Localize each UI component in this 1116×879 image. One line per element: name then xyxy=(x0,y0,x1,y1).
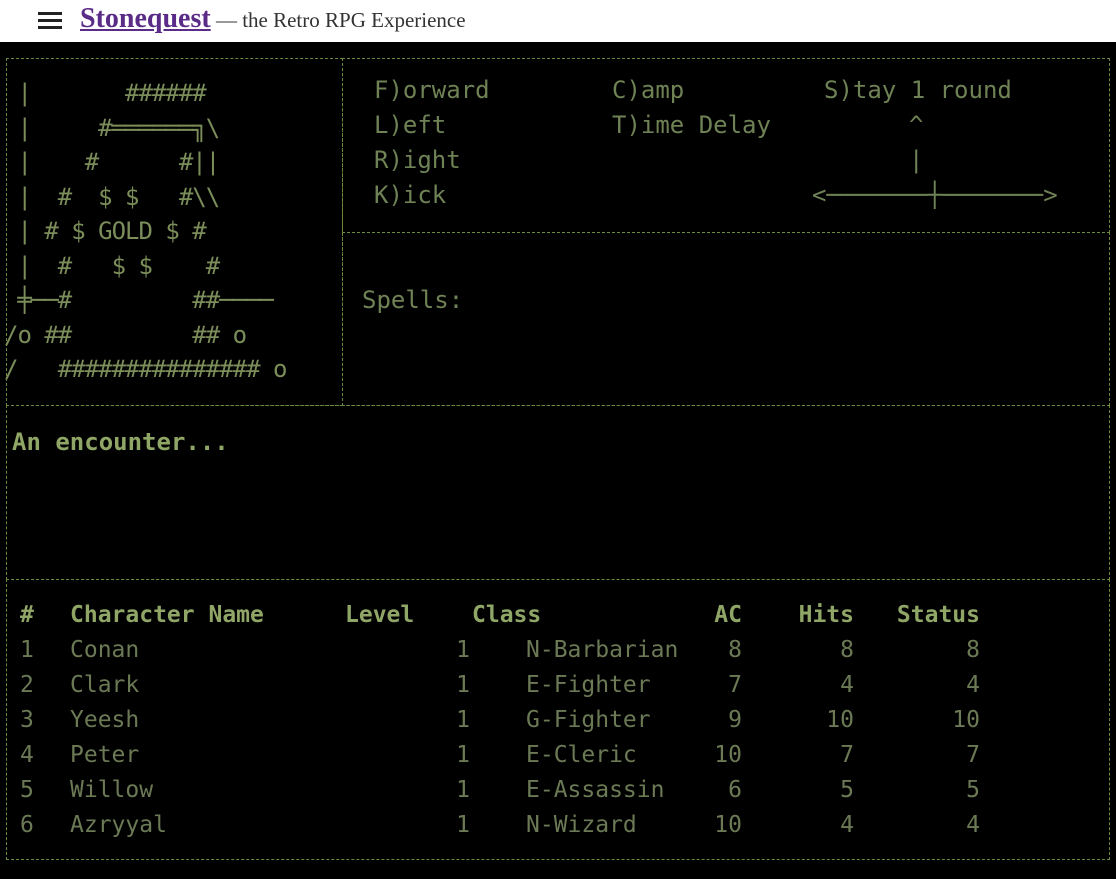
cell-ac: 7 xyxy=(728,671,742,698)
cell-number: 5 xyxy=(20,776,34,803)
cell-level: 1 xyxy=(456,776,470,803)
cell-class: E-Cleric xyxy=(526,741,637,768)
roster-row[interactable]: 4 Peter 1 E-Cleric 10 7 7 xyxy=(20,737,980,772)
roster-row[interactable]: 6 Azryyal 1 N-Wizard 10 4 4 xyxy=(20,807,980,842)
cell-class: N-Barbarian xyxy=(526,636,679,663)
cell-status: 7 xyxy=(966,741,980,768)
cell-hits: 10 xyxy=(826,706,854,733)
site-header: Stonequest — the Retro RPG Experience xyxy=(0,0,1116,42)
cell-number: 1 xyxy=(20,636,34,663)
cell-status: 8 xyxy=(966,636,980,663)
map-art-line: | # #|| xyxy=(4,148,220,176)
col-number: # xyxy=(20,601,34,628)
col-class: Class xyxy=(472,601,542,628)
cmd-kick[interactable]: K)ick xyxy=(374,181,446,209)
map-art-line: | #══════╗\ xyxy=(4,113,220,142)
cell-character-name: Clark xyxy=(70,671,140,698)
cell-hits: 7 xyxy=(840,741,854,768)
roster-row[interactable]: 1 Conan 1 N-Barbarian 8 8 8 xyxy=(20,632,980,667)
col-character-name: Character Name xyxy=(70,601,264,628)
cell-character-name: Azryyal xyxy=(70,811,167,838)
roster-row[interactable]: 5 Willow 1 E-Assassin 6 5 5 xyxy=(20,772,980,807)
party-roster-table: # Character Name Level Class AC Hits Sta… xyxy=(20,597,980,842)
cell-character-name: Peter xyxy=(70,741,140,768)
cell-level: 1 xyxy=(456,636,470,663)
dungeon-map-art: | ###### | #══════╗\ | # #|| | # $ $ #\\… xyxy=(4,76,287,387)
compass-arrows-icon: <───────┼───────> xyxy=(812,181,1058,209)
cell-status: 5 xyxy=(966,776,980,803)
cell-level: 1 xyxy=(456,706,470,733)
roster-header-row: # Character Name Level Class AC Hits Sta… xyxy=(20,597,980,632)
cell-ac: 6 xyxy=(728,776,742,803)
cell-ac: 8 xyxy=(728,636,742,663)
spells-panel xyxy=(342,232,1110,406)
cell-ac: 10 xyxy=(714,741,742,768)
cell-status: 4 xyxy=(966,671,980,698)
cmd-right[interactable]: R)ight xyxy=(374,146,461,174)
col-status: Status xyxy=(896,601,980,628)
compass-up-icon: ^ xyxy=(909,111,924,139)
cell-status: 10 xyxy=(952,706,980,733)
map-art-line: | # $ $ #\\ xyxy=(4,182,220,211)
cell-level: 1 xyxy=(456,671,470,698)
col-hits: Hits xyxy=(798,601,854,628)
encounter-text: An encounter... xyxy=(12,428,229,456)
cell-number: 4 xyxy=(20,741,34,768)
cmd-time-delay[interactable]: T)ime Delay xyxy=(612,111,771,139)
game-terminal[interactable]: | ###### | #══════╗\ | # #|| | # $ $ #\\… xyxy=(0,42,1116,879)
cmd-stay[interactable]: S)tay 1 round xyxy=(824,76,1012,104)
brand-link[interactable]: Stonequest xyxy=(80,3,211,34)
cell-number: 3 xyxy=(20,706,34,733)
cell-hits: 4 xyxy=(840,811,854,838)
map-art-line: | # $ $ # xyxy=(4,251,220,280)
cell-character-name: Willow xyxy=(70,776,154,803)
map-art-line: | ###### xyxy=(4,79,206,107)
cell-status: 4 xyxy=(966,811,980,838)
cell-ac: 9 xyxy=(728,706,742,733)
cmd-left[interactable]: L)eft xyxy=(374,111,446,139)
brand: Stonequest — the Retro RPG Experience xyxy=(80,3,466,35)
map-art-line: ╪──# ##──── xyxy=(4,286,274,314)
map-art-line: /o ## ## o xyxy=(4,320,247,349)
cell-class: E-Assassin xyxy=(526,776,665,803)
cell-character-name: Yeesh xyxy=(70,706,140,733)
cell-ac: 10 xyxy=(714,811,742,838)
roster-row[interactable]: 2 Clark 1 E-Fighter 7 4 4 xyxy=(20,667,980,702)
col-ac: AC xyxy=(714,601,742,628)
tagline: — the Retro RPG Experience xyxy=(210,8,466,32)
map-art-line: / ############### o xyxy=(4,355,287,383)
cell-level: 1 xyxy=(456,811,470,838)
cell-hits: 4 xyxy=(840,671,854,698)
spells-label: Spells: xyxy=(362,286,464,314)
cell-hits: 8 xyxy=(840,636,854,663)
map-art-line: | # $ GOLD $ # xyxy=(4,217,206,245)
hamburger-menu-icon[interactable] xyxy=(38,12,62,30)
roster-row[interactable]: 3 Yeesh 1 G-Fighter 9 10 10 xyxy=(20,702,980,737)
cell-level: 1 xyxy=(456,741,470,768)
compass-stem: | xyxy=(909,146,924,174)
cell-class: E-Fighter xyxy=(526,671,651,698)
cmd-camp[interactable]: C)amp xyxy=(612,76,684,104)
col-level: Level xyxy=(345,601,415,628)
cell-class: N-Wizard xyxy=(526,811,637,838)
cell-class: G-Fighter xyxy=(526,706,651,733)
cell-number: 2 xyxy=(20,671,34,698)
cmd-forward[interactable]: F)orward xyxy=(374,76,490,104)
cell-number: 6 xyxy=(20,811,34,838)
cell-character-name: Conan xyxy=(70,636,140,663)
cell-hits: 5 xyxy=(840,776,854,803)
